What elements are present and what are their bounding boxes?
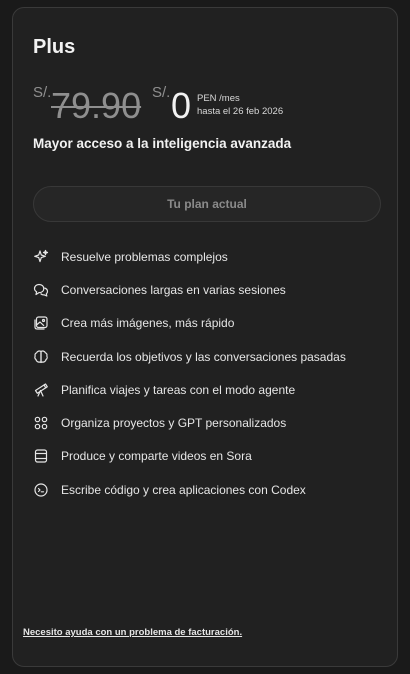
plus-plan-card: Plus S/. 79.90 S/. 0 PEN /mes hasta el 2… (12, 7, 398, 667)
feature-label: Planifica viajes y tareas con el modo ag… (61, 382, 296, 397)
plan-tagline: Mayor acceso a la inteligencia avanzada (33, 136, 292, 151)
promo-end-date: hasta el 26 feb 2026 (197, 106, 284, 117)
grid-icon (33, 415, 49, 431)
feature-list: Resuelve problemas complejos Conversacio… (33, 240, 383, 506)
image-icon (33, 315, 49, 331)
chat-bubbles-icon (33, 282, 49, 298)
telescope-icon (33, 382, 49, 398)
price-meta: PEN /mes hasta el 26 feb 2026 (197, 92, 283, 118)
feature-item: Recuerda los objetivos y las conversacio… (33, 340, 383, 373)
billing-help-link[interactable]: Necesito ayuda con un problema de factur… (23, 627, 242, 638)
video-icon (33, 448, 49, 464)
feature-item: Crea más imágenes, más rápido (33, 307, 383, 340)
feature-item: Planifica viajes y tareas con el modo ag… (33, 373, 383, 406)
feature-label: Resuelve problemas complejos (61, 249, 228, 264)
plan-title: Plus (33, 36, 76, 58)
brain-icon (33, 349, 49, 365)
feature-label: Organiza proyectos y GPT personalizados (61, 416, 287, 431)
feature-item: Resuelve problemas complejos (33, 240, 383, 273)
sparkle-icon (33, 249, 49, 265)
feature-label: Crea más imágenes, más rápido (61, 316, 235, 331)
current-plan-button[interactable]: Tu plan actual (33, 186, 381, 222)
price-row: S/. 79.90 S/. 0 PEN /mes hasta el 26 feb… (33, 84, 373, 126)
old-price-currency: S/. (33, 84, 52, 101)
feature-item: Organiza proyectos y GPT personalizados (33, 406, 383, 439)
feature-item: Escribe código y crea aplicaciones con C… (33, 473, 383, 506)
billing-period: PEN /mes (197, 93, 240, 104)
feature-item: Conversaciones largas en varias sesiones (33, 273, 383, 306)
feature-label: Recuerda los objetivos y las conversacio… (61, 349, 346, 364)
feature-item: Produce y comparte videos en Sora (33, 440, 383, 473)
feature-label: Produce y comparte videos en Sora (61, 449, 252, 464)
new-price-currency: S/. (152, 84, 171, 101)
new-price: 0 (171, 85, 192, 126)
code-icon (33, 482, 49, 498)
feature-label: Escribe código y crea aplicaciones con C… (61, 482, 306, 497)
feature-label: Conversaciones largas en varias sesiones (61, 282, 286, 297)
old-price: 79.90 (51, 85, 142, 126)
